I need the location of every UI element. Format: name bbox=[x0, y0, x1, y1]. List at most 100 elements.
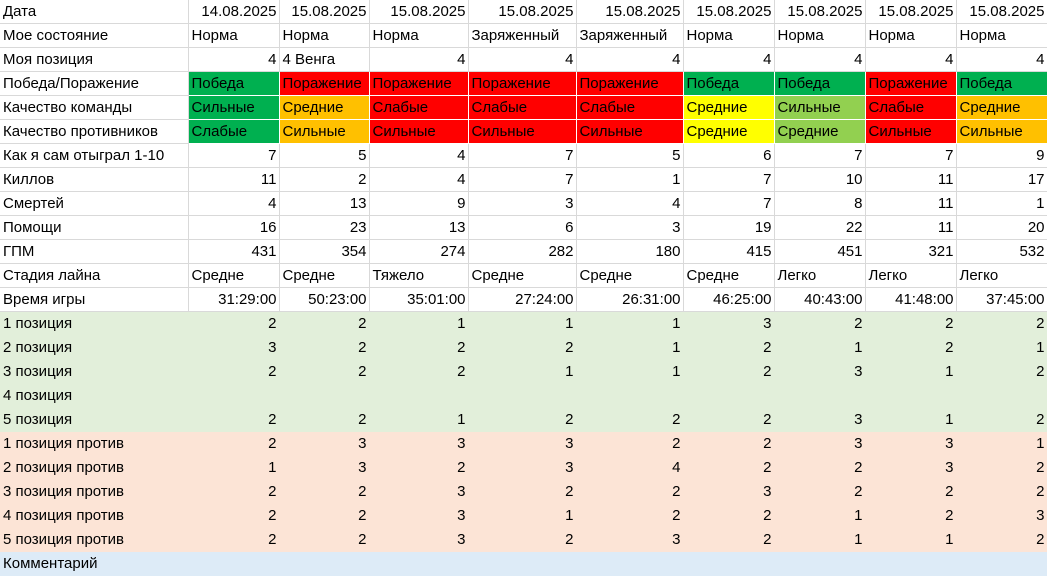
cell-pos1[interactable]: 2 bbox=[865, 311, 957, 336]
cell-result[interactable]: Поражение bbox=[369, 71, 468, 96]
cell-pos3[interactable]: 2 bbox=[188, 359, 280, 384]
cell-deaths[interactable]: 11 bbox=[865, 191, 957, 216]
cell-pos3[interactable]: 2 bbox=[279, 359, 370, 384]
cell-pos2v[interactable]: 4 bbox=[576, 455, 684, 480]
cell-enemy-quality[interactable]: Сильные bbox=[956, 119, 1047, 144]
cell-pos4[interactable] bbox=[369, 383, 469, 408]
cell-assists[interactable]: 6 bbox=[468, 215, 577, 240]
cell-deaths[interactable]: 7 bbox=[683, 191, 775, 216]
cell-enemy-quality[interactable]: Сильные bbox=[279, 119, 369, 144]
cell-pos2v[interactable]: 3 bbox=[865, 455, 957, 480]
cell-gpm[interactable]: 431 bbox=[188, 239, 280, 264]
cell-assists[interactable]: 3 bbox=[576, 215, 684, 240]
cell-pos5v[interactable]: 3 bbox=[576, 527, 684, 552]
cell-pos3v[interactable]: 2 bbox=[956, 479, 1047, 504]
row-label-team-quality[interactable]: Качество команды bbox=[0, 95, 189, 120]
cell-team-quality[interactable]: Сильные bbox=[774, 95, 865, 120]
cell-lane-stage[interactable]: Средне bbox=[576, 263, 684, 288]
cell-comment[interactable] bbox=[369, 551, 469, 576]
cell-pos3v[interactable]: 3 bbox=[369, 479, 469, 504]
cell-pos1[interactable]: 3 bbox=[683, 311, 775, 336]
row-label-pos4[interactable]: 4 позиция bbox=[0, 383, 189, 408]
cell-pos3[interactable]: 2 bbox=[683, 359, 775, 384]
cell-state[interactable]: Норма bbox=[774, 23, 866, 48]
cell-pos3[interactable]: 1 bbox=[865, 359, 957, 384]
cell-pos5v[interactable]: 2 bbox=[956, 527, 1047, 552]
cell-self-rating[interactable]: 5 bbox=[576, 143, 684, 168]
cell-deaths[interactable]: 4 bbox=[188, 191, 280, 216]
row-label-pos1[interactable]: 1 позиция bbox=[0, 311, 189, 336]
cell-pos2[interactable]: 1 bbox=[774, 335, 866, 360]
cell-enemy-quality[interactable]: Сильные bbox=[865, 119, 956, 144]
cell-state[interactable]: Норма bbox=[188, 23, 280, 48]
cell-team-quality[interactable]: Слабые bbox=[369, 95, 468, 120]
row-label-enemy-quality[interactable]: Качество противников bbox=[0, 119, 189, 144]
cell-pos5[interactable]: 3 bbox=[774, 407, 866, 432]
row-label-pos5[interactable]: 5 позиция bbox=[0, 407, 189, 432]
cell-gpm[interactable]: 354 bbox=[279, 239, 370, 264]
cell-pos3v[interactable]: 3 bbox=[683, 479, 775, 504]
cell-self-rating[interactable]: 6 bbox=[683, 143, 775, 168]
cell-pos4[interactable] bbox=[865, 383, 957, 408]
cell-kills[interactable]: 1 bbox=[576, 167, 684, 192]
cell-result[interactable]: Победа bbox=[774, 71, 865, 96]
cell-team-quality[interactable]: Слабые bbox=[865, 95, 956, 120]
cell-date[interactable]: 15.08.2025 bbox=[774, 0, 866, 24]
cell-lane-stage[interactable]: Средне bbox=[188, 263, 280, 288]
cell-enemy-quality[interactable]: Средние bbox=[683, 119, 774, 144]
cell-self-rating[interactable]: 7 bbox=[468, 143, 577, 168]
row-label-pos5v[interactable]: 5 позиция против bbox=[0, 527, 189, 552]
cell-pos1v[interactable]: 3 bbox=[369, 431, 469, 456]
cell-team-quality[interactable]: Средние bbox=[683, 95, 774, 120]
cell-team-quality[interactable]: Сильные bbox=[188, 95, 279, 120]
cell-pos2[interactable]: 3 bbox=[188, 335, 280, 360]
cell-self-rating[interactable]: 7 bbox=[774, 143, 866, 168]
cell-pos4v[interactable]: 2 bbox=[865, 503, 957, 528]
cell-pos5v[interactable]: 2 bbox=[683, 527, 775, 552]
cell-game-time[interactable]: 31:29:00 bbox=[188, 287, 280, 312]
cell-deaths[interactable]: 9 bbox=[369, 191, 469, 216]
cell-game-time[interactable]: 40:43:00 bbox=[774, 287, 866, 312]
cell-game-time[interactable]: 26:31:00 bbox=[576, 287, 684, 312]
cell-pos5[interactable]: 2 bbox=[683, 407, 775, 432]
row-label-pos1v[interactable]: 1 позиция против bbox=[0, 431, 189, 456]
cell-pos4v[interactable]: 2 bbox=[576, 503, 684, 528]
row-label-gpm[interactable]: ГПМ bbox=[0, 239, 189, 264]
cell-pos4v[interactable]: 3 bbox=[369, 503, 469, 528]
cell-game-time[interactable]: 46:25:00 bbox=[683, 287, 775, 312]
cell-lane-stage[interactable]: Легко bbox=[774, 263, 866, 288]
cell-pos3[interactable]: 1 bbox=[576, 359, 684, 384]
cell-self-rating[interactable]: 5 bbox=[279, 143, 370, 168]
cell-game-time[interactable]: 50:23:00 bbox=[279, 287, 370, 312]
cell-pos1[interactable]: 2 bbox=[279, 311, 370, 336]
row-label-kills[interactable]: Киллов bbox=[0, 167, 189, 192]
cell-gpm[interactable]: 532 bbox=[956, 239, 1047, 264]
cell-pos4[interactable] bbox=[576, 383, 684, 408]
cell-comment[interactable] bbox=[468, 551, 577, 576]
cell-comment[interactable] bbox=[683, 551, 775, 576]
cell-game-time[interactable]: 35:01:00 bbox=[369, 287, 469, 312]
cell-gpm[interactable]: 282 bbox=[468, 239, 577, 264]
cell-result[interactable]: Поражение bbox=[576, 71, 683, 96]
cell-comment[interactable] bbox=[774, 551, 866, 576]
cell-gpm[interactable]: 274 bbox=[369, 239, 469, 264]
cell-assists[interactable]: 19 bbox=[683, 215, 775, 240]
cell-pos2v[interactable]: 3 bbox=[468, 455, 577, 480]
cell-pos3[interactable]: 3 bbox=[774, 359, 866, 384]
cell-self-rating[interactable]: 7 bbox=[188, 143, 280, 168]
cell-gpm[interactable]: 180 bbox=[576, 239, 684, 264]
cell-result[interactable]: Поражение bbox=[468, 71, 576, 96]
cell-pos1v[interactable]: 3 bbox=[279, 431, 370, 456]
cell-self-rating[interactable]: 7 bbox=[865, 143, 957, 168]
cell-position[interactable]: 4 bbox=[188, 47, 280, 72]
cell-state[interactable]: Норма bbox=[279, 23, 370, 48]
row-label-position[interactable]: Моя позиция bbox=[0, 47, 189, 72]
cell-comment[interactable] bbox=[956, 551, 1047, 576]
cell-pos4v[interactable]: 2 bbox=[683, 503, 775, 528]
cell-self-rating[interactable]: 4 bbox=[369, 143, 469, 168]
row-label-pos2[interactable]: 2 позиция bbox=[0, 335, 189, 360]
cell-pos1[interactable]: 1 bbox=[369, 311, 469, 336]
cell-pos4[interactable] bbox=[774, 383, 866, 408]
cell-enemy-quality[interactable]: Слабые bbox=[188, 119, 279, 144]
row-label-pos4v[interactable]: 4 позиция против bbox=[0, 503, 189, 528]
